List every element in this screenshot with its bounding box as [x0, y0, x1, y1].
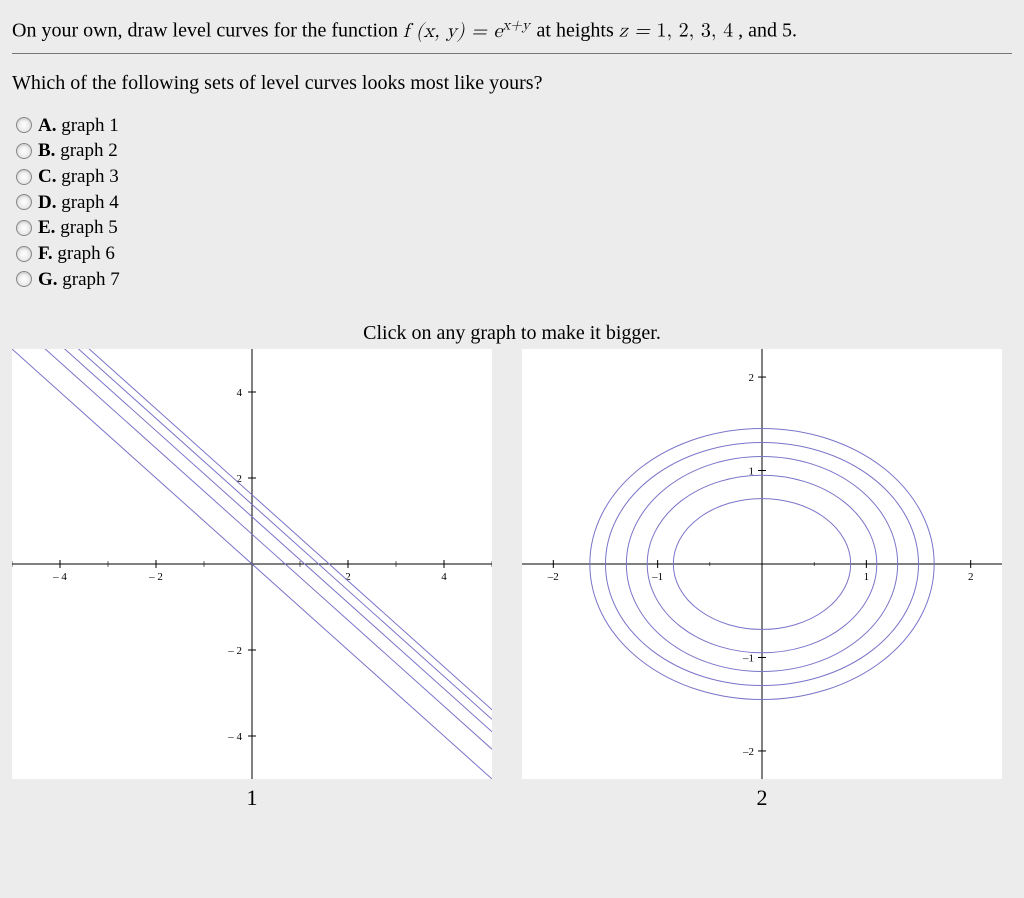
svg-text:4: 4	[441, 571, 447, 583]
formula: f (x, y) = ex+y	[403, 21, 537, 41]
heights-values: 1, 2, 3, 4	[656, 21, 733, 41]
graphs-row: – 4– 224– 4– 224 1 –2–112–2–112 2	[12, 349, 1012, 811]
heights-var: z =	[619, 21, 657, 41]
radio-icon[interactable]	[16, 220, 32, 236]
svg-text:– 4: – 4	[227, 731, 242, 743]
svg-text:–1: –1	[742, 653, 754, 665]
radio-icon[interactable]	[16, 194, 32, 210]
graph-1-canvas[interactable]: – 4– 224– 4– 224	[12, 349, 492, 779]
graph-tile-1[interactable]: – 4– 224– 4– 224 1	[12, 349, 492, 811]
option-g[interactable]: G. graph 7	[16, 267, 1012, 293]
option-f[interactable]: F. graph 6	[16, 241, 1012, 267]
svg-text:2: 2	[749, 372, 755, 384]
problem-statement: On your own, draw level curves for the f…	[12, 16, 1012, 54]
option-c[interactable]: C. graph 3	[16, 164, 1012, 190]
option-a[interactable]: A. graph 1	[16, 113, 1012, 139]
radio-icon[interactable]	[16, 169, 32, 185]
option-b[interactable]: B. graph 2	[16, 138, 1012, 164]
graph-tile-2[interactable]: –2–112–2–112 2	[522, 349, 1002, 811]
svg-text:1: 1	[864, 571, 870, 583]
svg-text:– 4: – 4	[52, 571, 67, 583]
option-e[interactable]: E. graph 5	[16, 215, 1012, 241]
svg-text:–1: –1	[651, 571, 663, 583]
svg-text:4: 4	[237, 387, 243, 399]
graph-2-label: 2	[757, 785, 768, 811]
radio-icon[interactable]	[16, 246, 32, 262]
click-hint: Click on any graph to make it bigger.	[12, 322, 1012, 345]
radio-icon[interactable]	[16, 271, 32, 287]
svg-text:–2: –2	[547, 571, 559, 583]
statement-mid: at heights	[537, 20, 619, 42]
radio-icon[interactable]	[16, 117, 32, 133]
radio-icon[interactable]	[16, 143, 32, 159]
statement-prefix: On your own, draw level curves for the f…	[12, 20, 403, 42]
statement-suffix: , and 5.	[738, 20, 797, 42]
svg-text:– 2: – 2	[148, 571, 163, 583]
svg-text:–2: –2	[742, 746, 754, 758]
question-text: Which of the following sets of level cur…	[12, 72, 1012, 95]
option-d[interactable]: D. graph 4	[16, 190, 1012, 216]
answer-options: A. graph 1 B. graph 2 C. graph 3 D. grap…	[16, 113, 1012, 292]
graph-1-label: 1	[247, 785, 258, 811]
graph-2-canvas[interactable]: –2–112–2–112	[522, 349, 1002, 779]
svg-text:2: 2	[968, 571, 974, 583]
svg-text:– 2: – 2	[227, 645, 242, 657]
